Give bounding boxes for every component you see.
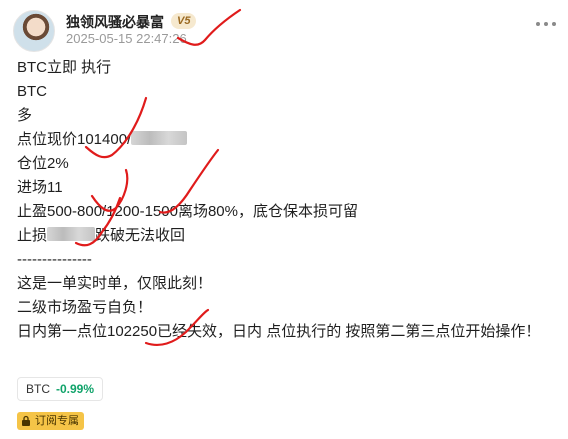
stop-loss-suffix: 跌破无法收回 bbox=[95, 227, 186, 244]
subscription-badge: 订阅专属 bbox=[17, 412, 84, 430]
post-line: BTC立即 执行 bbox=[17, 59, 112, 76]
post-line: 多 bbox=[17, 107, 33, 124]
post-header: 独领风骚必暴富 V5 2025-05-15 22:47:26 bbox=[13, 10, 558, 52]
post-line: 进场11 bbox=[17, 179, 63, 196]
avatar[interactable] bbox=[13, 10, 55, 52]
lock-icon bbox=[22, 415, 30, 426]
stock-tag[interactable]: BTC -0.99% bbox=[17, 377, 104, 401]
post-line: 止盈500-800/1200-1500离场80%，底仓保本损可留 bbox=[17, 203, 358, 220]
post-line: 日内第一点位102250已经失效，日内 点位执行的 按照第二第三点位开始操作！ bbox=[17, 323, 541, 340]
redacted-value bbox=[47, 227, 96, 241]
post-line: 这是一单实时单，仅限此刻！ bbox=[17, 275, 213, 292]
stock-symbol: BTC bbox=[26, 382, 50, 396]
stock-change: -0.99% bbox=[56, 382, 95, 396]
more-options-icon[interactable] bbox=[536, 18, 556, 30]
post-body: BTC立即 执行 BTC 多 点位现价101400/ 仓位2% 进场11 止盈5… bbox=[17, 56, 553, 344]
post-divider: --------------- bbox=[17, 251, 92, 268]
post-line: BTC bbox=[17, 83, 47, 100]
post-line: 仓位2% bbox=[17, 155, 69, 172]
stop-loss-text: 止损 bbox=[17, 227, 48, 244]
price-text: 点位现价101400/ bbox=[17, 131, 132, 148]
post-line: 点位现价101400/ bbox=[17, 128, 553, 152]
redacted-value bbox=[131, 131, 188, 145]
post-timestamp: 2025-05-15 22:47:26 bbox=[66, 31, 187, 46]
subscription-label: 订阅专属 bbox=[35, 415, 79, 427]
level-badge: V5 bbox=[171, 13, 197, 29]
author-name[interactable]: 独领风骚必暴富 bbox=[66, 12, 164, 32]
post-line: 二级市场盈亏自负！ bbox=[17, 299, 153, 316]
post-line: 止损 跌破无法收回 bbox=[17, 224, 553, 248]
